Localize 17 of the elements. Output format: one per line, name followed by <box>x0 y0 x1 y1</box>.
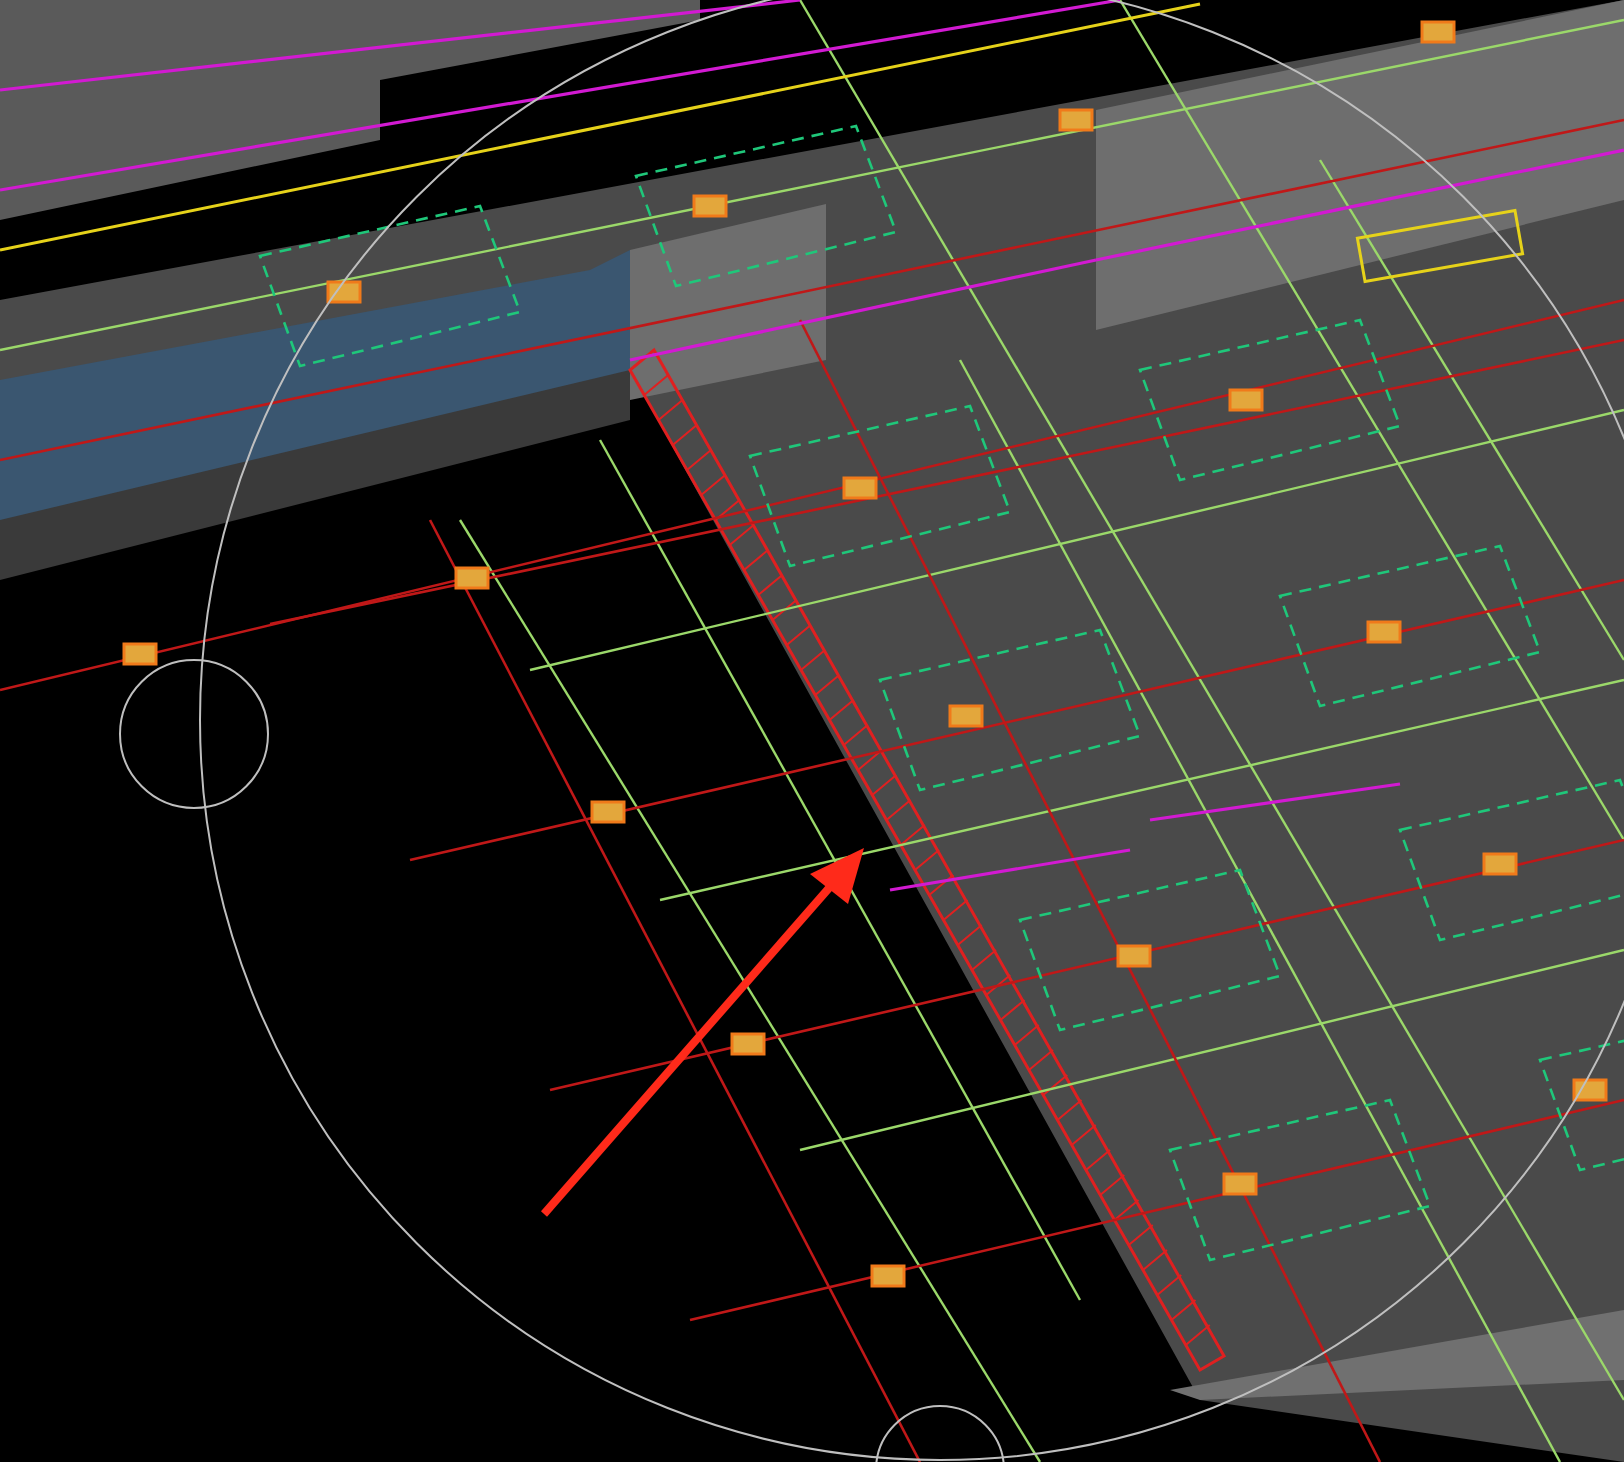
pile-cap-icon <box>1222 1172 1258 1196</box>
pile-cap-icon <box>326 280 362 304</box>
pile-cap-icon <box>1228 388 1264 412</box>
pile-cap-icon <box>842 476 878 500</box>
pile-cap-icon <box>1366 620 1402 644</box>
pile-cap-icon <box>1116 944 1152 968</box>
pile-cap-icon <box>590 800 626 824</box>
pile-cap-icon <box>1420 20 1456 44</box>
pile-cap-icon <box>454 566 490 590</box>
pile-cap-icon <box>1482 852 1518 876</box>
pile-cap-icon <box>948 704 984 728</box>
pile-cap-icon <box>1058 108 1094 132</box>
pile-cap-icon <box>870 1264 906 1288</box>
pile-cap-icon <box>692 194 728 218</box>
pile-cap-icon <box>1572 1078 1608 1102</box>
pile-cap-icon <box>730 1032 766 1056</box>
pile-cap-icon <box>122 642 158 666</box>
